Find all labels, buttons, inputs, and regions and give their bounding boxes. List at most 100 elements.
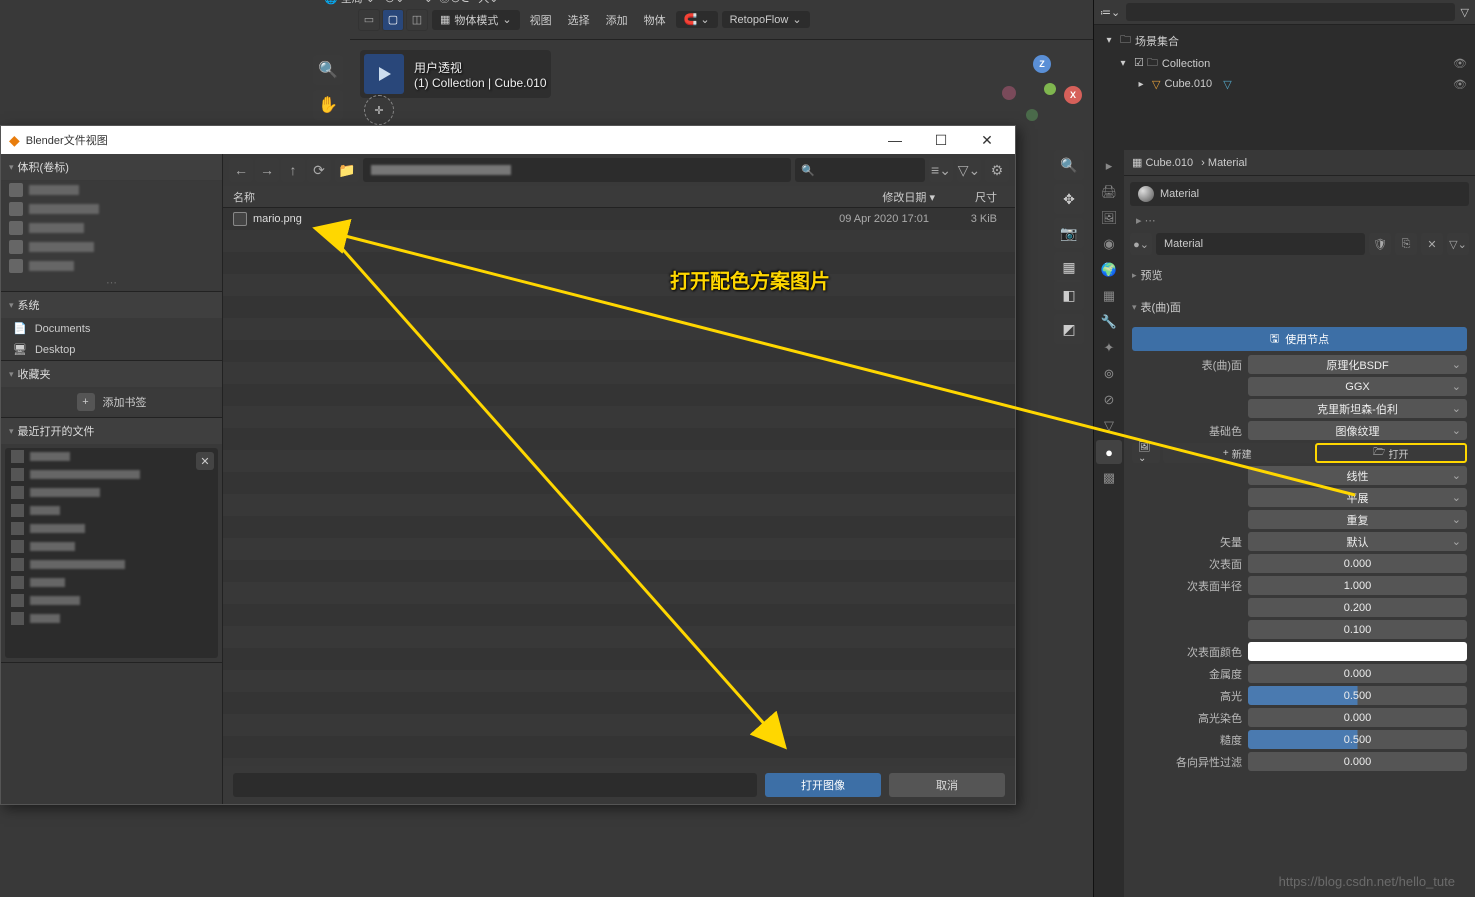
ortho-gizmo-icon[interactable]: ▦ <box>1054 252 1084 282</box>
tab-modifier-icon[interactable]: 🔧 <box>1096 310 1122 334</box>
menu-add[interactable]: 添加 <box>600 10 634 30</box>
open-image-button[interactable]: 打开图像 <box>765 773 881 797</box>
up-button[interactable]: ↑ <box>281 158 305 182</box>
roughness-value[interactable]: 0.500 <box>1248 730 1467 749</box>
tab-object-icon[interactable]: ▦ <box>1096 284 1122 308</box>
material-name-input[interactable]: Material <box>1156 233 1365 255</box>
desktop-item[interactable]: 🖥 Desktop <box>1 339 222 360</box>
visibility-icon[interactable]: 👁 <box>1453 57 1467 70</box>
documents-item[interactable]: 📄 Documents <box>1 318 222 339</box>
settings-icon[interactable]: ⚙ <box>985 158 1009 182</box>
play-icon[interactable] <box>364 54 404 94</box>
minimize-button[interactable]: — <box>875 126 915 154</box>
extension-dropdown[interactable]: 重复 <box>1248 510 1467 529</box>
subsurface-method-dropdown[interactable]: 克里斯坦森-伯利 <box>1248 399 1467 418</box>
use-nodes-button[interactable]: 🖫 使用节点 <box>1132 327 1467 351</box>
surface-section[interactable]: 表(曲)面 <box>1132 295 1467 319</box>
tab-render-icon[interactable]: ▸ <box>1096 154 1122 178</box>
forward-button[interactable]: → <box>255 158 279 182</box>
new-folder-button[interactable]: 📁 <box>335 158 359 182</box>
visibility-icon[interactable]: 👁 <box>1453 78 1467 91</box>
spectint-value[interactable]: 0.000 <box>1248 708 1467 727</box>
retopoflow-dropdown[interactable]: RetopoFlow ⌄ <box>722 11 810 28</box>
basecolor-type-dropdown[interactable]: 图像纹理 <box>1248 421 1467 440</box>
outliner-mode-icon[interactable]: ≔⌄ <box>1100 6 1120 19</box>
display-options-icon[interactable]: ≡⌄ <box>929 158 953 182</box>
camera-gizmo-icon[interactable]: 📷 <box>1054 218 1084 248</box>
mat-browse-icon[interactable]: ●⌄ <box>1130 233 1152 255</box>
tab-texture-icon[interactable]: ▩ <box>1096 466 1122 490</box>
cancel-button[interactable]: 取消 <box>889 773 1005 797</box>
col-date[interactable]: 修改日期 ▾ <box>795 189 935 205</box>
snap-dropdown[interactable]: 🧲 ⌄ <box>676 11 718 28</box>
select-tool-icon[interactable]: ▢ <box>382 9 404 31</box>
mat-delete-icon[interactable]: ✕ <box>1421 233 1443 255</box>
tree-collection[interactable]: ▾☑ 🗀 Collection👁 <box>1098 52 1471 75</box>
metallic-value[interactable]: 0.000 <box>1248 664 1467 683</box>
sidebar-item2-icon[interactable]: ◩ <box>1054 314 1084 344</box>
tab-material-icon[interactable]: ● <box>1096 440 1122 464</box>
favorites-header[interactable]: 收藏夹 <box>1 361 222 387</box>
tree-scene[interactable]: ▾🗀 场景集合 <box>1098 29 1471 52</box>
open-image-texture-button[interactable]: 🗁 打开 <box>1315 443 1468 463</box>
global-label[interactable]: 🌐 全局 ⌄ ⊙⌄ 𝄢 ⌄ ◎⊙ᑕ 人⌄ <box>318 0 504 8</box>
surface-shader-dropdown[interactable]: 原理化BSDF <box>1248 355 1467 374</box>
tab-world-icon[interactable]: 🌍 <box>1096 258 1122 282</box>
back-button[interactable]: ← <box>229 158 253 182</box>
sidebar-toggle-icon[interactable]: ◧ <box>1054 280 1084 310</box>
subsurf-r3[interactable]: 0.100 <box>1248 620 1467 639</box>
clear-recent-icon[interactable]: ✕ <box>196 452 214 470</box>
vector-dropdown[interactable]: 默认 <box>1248 532 1467 551</box>
zoom-gizmo-icon[interactable]: 🔍 <box>1054 150 1084 180</box>
tab-viewlayer-icon[interactable]: 🖼 <box>1096 206 1122 230</box>
tab-constraint-icon[interactable]: ⊘ <box>1096 388 1122 412</box>
distribution-dropdown[interactable]: GGX <box>1248 377 1467 396</box>
tab-scene-icon[interactable]: ◉ <box>1096 232 1122 256</box>
path-input[interactable] <box>363 158 791 182</box>
filename-input[interactable] <box>233 773 757 797</box>
tab-output-icon[interactable]: 🖨 <box>1096 180 1122 204</box>
filter-icon[interactable]: ▽⌄ <box>957 158 981 182</box>
col-size[interactable]: 尺寸 <box>935 189 1005 205</box>
col-name[interactable]: 名称 <box>233 189 795 205</box>
close-button[interactable]: ✕ <box>967 126 1007 154</box>
material-slot[interactable]: Material <box>1130 182 1469 206</box>
tab-particle-icon[interactable]: ✦ <box>1096 336 1122 360</box>
orbit-gizmo[interactable]: Z X <box>1002 55 1082 135</box>
interpolation-dropdown[interactable]: 线性 <box>1248 466 1467 485</box>
mat-copy-icon[interactable]: ⎘ <box>1395 233 1417 255</box>
tab-data-icon[interactable]: ▽ <box>1096 414 1122 438</box>
subsurf-r1[interactable]: 1.000 <box>1248 576 1467 595</box>
projection-dropdown[interactable]: 平展 <box>1248 488 1467 507</box>
subsurf-r2[interactable]: 0.200 <box>1248 598 1467 617</box>
menu-object[interactable]: 物体 <box>638 10 672 30</box>
outliner-filter-icon[interactable]: ▽ <box>1461 6 1469 19</box>
menu-view[interactable]: 视图 <box>524 10 558 30</box>
lasso-tool-icon[interactable]: ◫ <box>406 9 428 31</box>
system-header[interactable]: 系统 <box>1 292 222 318</box>
maximize-button[interactable]: ☐ <box>921 126 961 154</box>
outliner-search[interactable] <box>1126 3 1454 21</box>
move-gizmo-icon[interactable]: ✥ <box>1054 184 1084 214</box>
mode-dropdown[interactable]: ▦ 物体模式 ⌄ <box>432 10 520 30</box>
specular-value[interactable]: 0.500 <box>1248 686 1467 705</box>
gizmo-z-icon[interactable]: Z <box>1033 55 1051 73</box>
file-row[interactable]: mario.png 09 Apr 2020 17:01 3 KiB <box>223 208 1015 230</box>
tab-physics-icon[interactable]: ⊚ <box>1096 362 1122 386</box>
subsurf-color[interactable] <box>1248 642 1467 661</box>
menu-select[interactable]: 选择 <box>562 10 596 30</box>
tree-cube[interactable]: ▸▽ Cube.010 ▽👁 <box>1098 75 1471 93</box>
new-image-button[interactable]: + 新建 <box>1163 443 1312 463</box>
file-list[interactable]: mario.png 09 Apr 2020 17:01 3 KiB <box>223 208 1015 766</box>
aniso-value[interactable]: 0.000 <box>1248 752 1467 771</box>
recent-header[interactable]: 最近打开的文件 <box>1 418 222 444</box>
add-bookmark-button[interactable]: +添加书签 <box>3 389 220 415</box>
mat-shield-icon[interactable]: 🛡 <box>1369 233 1391 255</box>
preview-section[interactable]: 预览 <box>1132 263 1467 287</box>
subsurface-value[interactable]: 0.000 <box>1248 554 1467 573</box>
zoom-icon[interactable]: 🔍 <box>313 55 343 85</box>
search-input[interactable]: 🔍 <box>795 158 925 182</box>
cursor-3d-icon[interactable]: ✛ <box>364 95 394 125</box>
mat-menu-icon[interactable]: ▽⌄ <box>1447 233 1469 255</box>
refresh-button[interactable]: ⟳ <box>307 158 331 182</box>
